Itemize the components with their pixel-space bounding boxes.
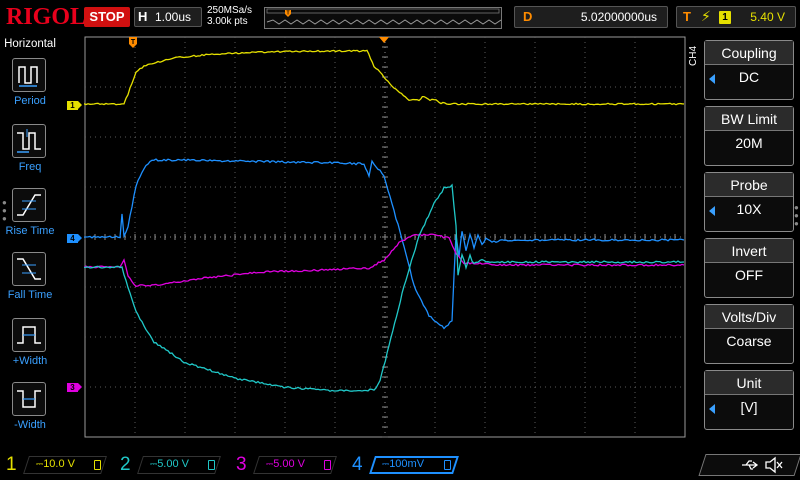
neg-width-icon xyxy=(12,382,46,416)
coupling-softkey[interactable]: Coupling DC xyxy=(704,40,794,100)
sample-rate: 250MSa/s xyxy=(207,5,252,16)
measure-period[interactable]: Period xyxy=(0,58,60,120)
bw-limit-value: 20M xyxy=(705,135,793,151)
invert-softkey[interactable]: Invert OFF xyxy=(704,238,794,298)
horizontal-letter: H xyxy=(138,9,147,24)
measure-rise-time[interactable]: Rise Time xyxy=(0,188,60,250)
ch1-offset-marker[interactable]: 1 xyxy=(67,101,78,110)
probe-title: Probe xyxy=(705,173,793,197)
ch3-bw-icon xyxy=(324,460,331,470)
channel-menu: Coupling DC BW Limit 20M Probe 10X ● ● ● I… xyxy=(690,36,800,450)
memory-overview[interactable]: T xyxy=(264,7,502,29)
ch1-scale: ⎓10.0 V xyxy=(36,458,75,470)
pos-width-icon xyxy=(12,318,46,352)
rise-time-icon xyxy=(12,188,46,222)
memory-depth: 3.00k pts xyxy=(207,16,252,27)
delay-letter: D xyxy=(523,9,532,24)
top-status-bar: RIGOL STOP H 1.00us 250MSa/s 3.00k pts T… xyxy=(0,0,800,36)
menu-title: Horizontal xyxy=(0,38,60,50)
measure-rise-time-label: Rise Time xyxy=(0,225,60,237)
channel-status-bar: 1 ⎓10.0 V 2 ⎓5.00 V 3 ⎓5.00 V 4 ⎓100mV xyxy=(0,452,800,480)
ch1-status[interactable]: 1 ⎓10.0 V xyxy=(6,454,106,476)
waveform-display[interactable]: T xyxy=(84,36,686,438)
measure-fall-time[interactable]: Fall Time xyxy=(0,252,60,314)
trigger-level: 5.40 V xyxy=(750,10,785,24)
measure-neg-width-label: -Width xyxy=(0,419,60,431)
trigger-time-letter: T xyxy=(131,39,136,46)
measure-freq-label: Freq xyxy=(0,161,60,173)
ch1-bw-icon xyxy=(94,460,101,470)
bw-limit-softkey[interactable]: BW Limit 20M xyxy=(704,106,794,166)
trigger-source-badge: 1 xyxy=(719,11,731,24)
ch2-number: 2 xyxy=(120,454,131,476)
svg-text:T: T xyxy=(286,11,289,17)
period-icon xyxy=(12,58,46,92)
trigger-display[interactable]: T ⚡︎ 1 5.40 V xyxy=(676,6,796,28)
run-stop-button[interactable]: STOP xyxy=(84,7,130,27)
measure-pos-width-label: +Width xyxy=(0,355,60,367)
ch4-bw-icon xyxy=(444,460,451,470)
measure-freq[interactable]: Freq xyxy=(0,124,60,186)
acquisition-info: 250MSa/s 3.00k pts xyxy=(207,5,252,27)
graticule: T xyxy=(84,36,686,438)
coupling-value: DC xyxy=(705,69,793,85)
ch3-scale: ⎓5.00 V xyxy=(266,458,305,470)
ch4-waveform xyxy=(84,159,684,329)
ch2-bw-icon xyxy=(208,460,215,470)
unit-title: Unit xyxy=(705,371,793,395)
memory-waveform-icon: T xyxy=(265,8,503,30)
volts-div-title: Volts/Div xyxy=(705,305,793,329)
measure-period-label: Period xyxy=(0,95,60,107)
delay-value: 5.02000000us xyxy=(581,10,657,24)
invert-value: OFF xyxy=(705,267,793,283)
timebase-display[interactable]: H 1.00us xyxy=(134,7,202,27)
unit-value: [V] xyxy=(705,399,793,415)
rising-edge-icon: ⚡︎ xyxy=(701,8,711,25)
fall-time-icon xyxy=(12,252,46,286)
freq-icon xyxy=(12,124,46,158)
measure-fall-time-label: Fall Time xyxy=(0,289,60,301)
brand-logo: RIGOL xyxy=(6,4,86,31)
sound-off-icon[interactable] xyxy=(764,456,784,474)
unit-softkey[interactable]: Unit [V] xyxy=(704,370,794,430)
probe-softkey[interactable]: Probe 10X xyxy=(704,172,794,232)
horizontal-measure-menu: Horizontal Period Freq ● ● ● Rise Time Fal… xyxy=(0,36,60,450)
ch2-status[interactable]: 2 ⎓5.00 V xyxy=(120,454,220,476)
ch3-status[interactable]: 3 ⎓5.00 V xyxy=(236,454,336,476)
ch3-waveform xyxy=(84,234,684,286)
bw-limit-title: BW Limit xyxy=(705,107,793,131)
ch3-number: 3 xyxy=(236,454,247,476)
volts-div-softkey[interactable]: Volts/Div Coarse xyxy=(704,304,794,364)
trigger-letter: T xyxy=(683,9,691,24)
coupling-title: Coupling xyxy=(705,41,793,65)
ch3-offset-marker[interactable]: 3 xyxy=(67,383,78,392)
volts-div-value: Coarse xyxy=(705,333,793,349)
delay-display[interactable]: D 5.02000000us xyxy=(514,6,668,28)
ch2-waveform xyxy=(84,185,684,391)
timebase-value: 1.00us xyxy=(155,10,191,24)
ch1-number: 1 xyxy=(6,454,17,476)
ch4-scale: ⎓100mV xyxy=(382,458,424,470)
measure-pos-width[interactable]: +Width xyxy=(0,318,60,380)
more-dots-icon: ● ● ● xyxy=(794,204,799,228)
invert-title: Invert xyxy=(705,239,793,263)
usb-icon xyxy=(740,458,760,472)
ch2-scale: ⎓5.00 V xyxy=(150,458,189,470)
ch4-number: 4 xyxy=(352,454,363,476)
probe-value: 10X xyxy=(705,201,793,217)
measure-neg-width[interactable]: -Width xyxy=(0,382,60,444)
ch4-offset-marker[interactable]: 4 xyxy=(67,234,78,243)
ch4-status[interactable]: 4 ⎓100mV xyxy=(352,454,458,476)
center-time-marker xyxy=(379,37,389,43)
